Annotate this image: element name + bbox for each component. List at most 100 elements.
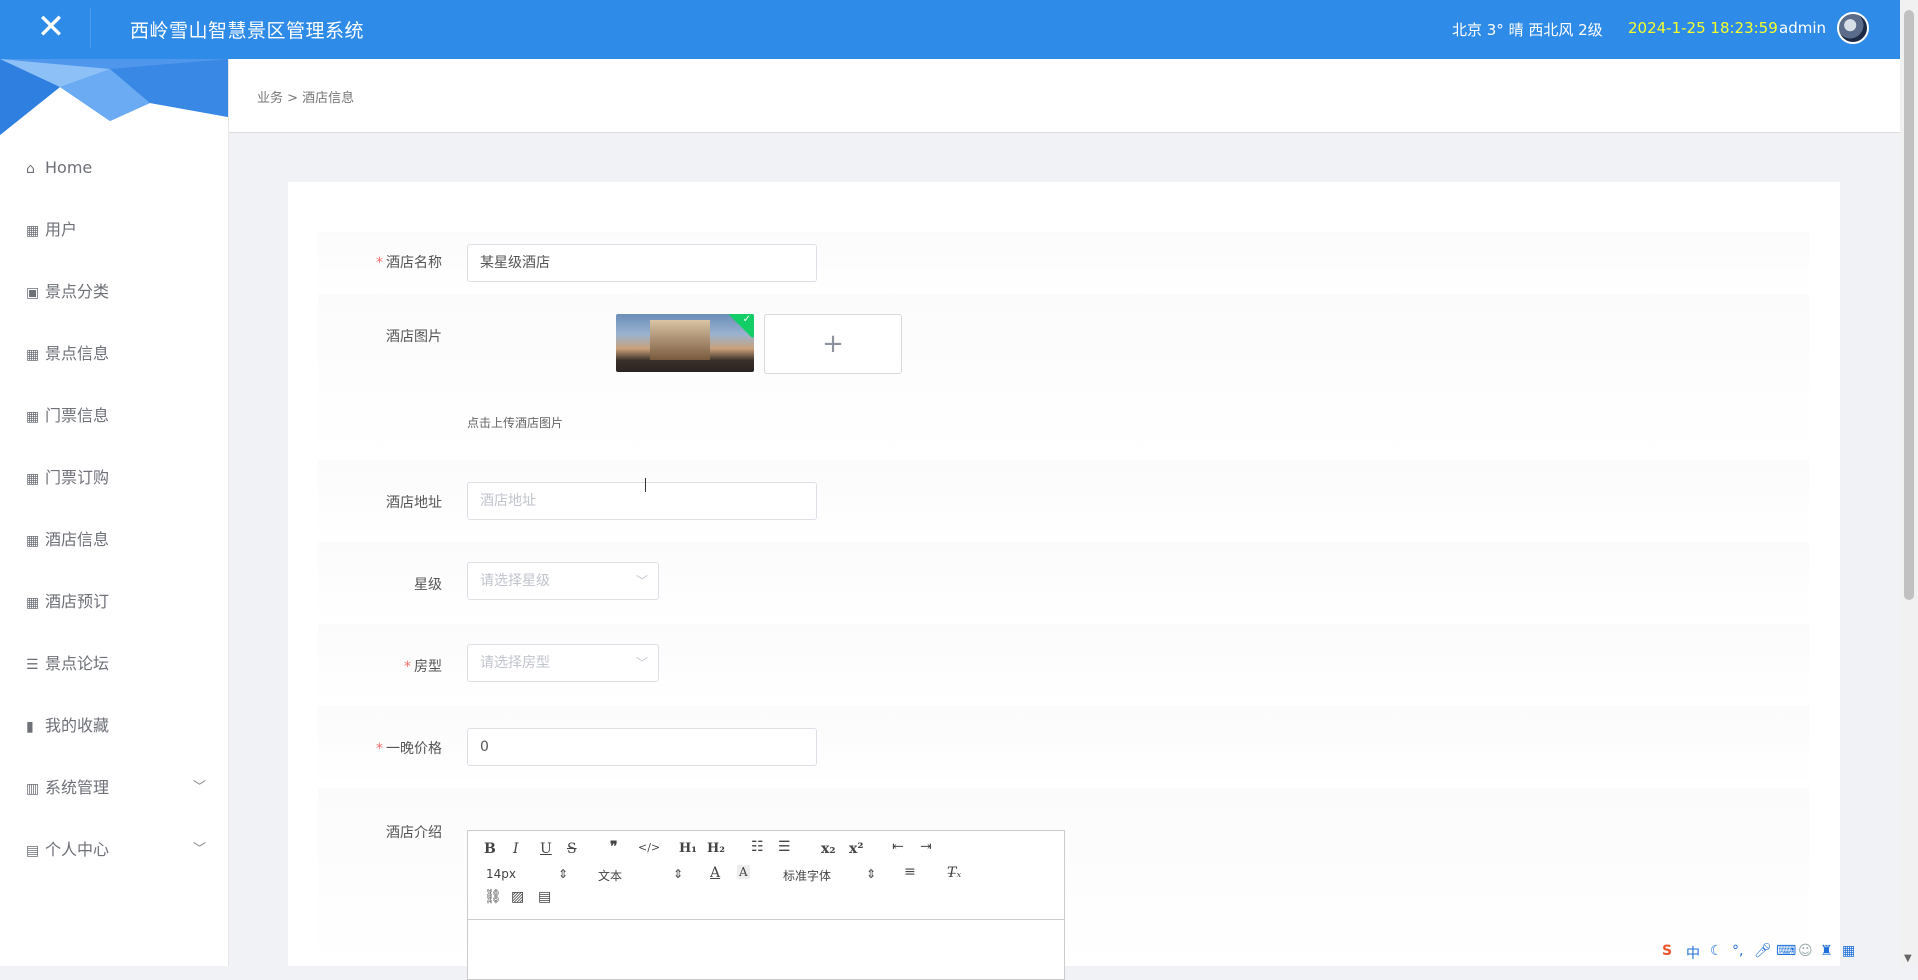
punctuation-icon[interactable]: °, — [1732, 943, 1743, 959]
sidebar-item-label: 景点论坛 — [45, 654, 110, 673]
price-input[interactable]: 0 — [467, 728, 817, 766]
code-block-icon[interactable]: </> — [638, 841, 660, 854]
sidebar-item-ticket-order[interactable]: ▦ 门票订购 — [0, 447, 228, 509]
superscript-icon[interactable]: x² — [849, 841, 863, 857]
header-select[interactable]: 文本 — [598, 867, 622, 884]
system-tray: S 中 ☾ °, 🎤︎ ⌨ ☺ ♜ ▦ — [1662, 940, 1900, 966]
sidebar-item-personal-center[interactable]: ▤ 个人中心 ﹀ — [0, 819, 228, 881]
hotel-name-label: * 酒店名称 — [376, 255, 442, 271]
list-icon: ☰ — [26, 657, 39, 673]
close-icon[interactable]: ✕ — [34, 8, 68, 46]
check-icon: ✓ — [742, 314, 751, 325]
hotel-address-input[interactable]: 酒店地址 — [467, 482, 817, 520]
sidebar-item-hotel-booking[interactable]: ▦ 酒店预订 — [0, 571, 228, 633]
bullet-list-icon[interactable]: ☰ — [778, 839, 791, 855]
top-header-bar: ✕ 西岭雪山智慧景区管理系统 北京 3° 晴 西北风 2级 2024-1-25 … — [0, 0, 1900, 59]
sidebar-item-system-admin[interactable]: ▥ 系统管理 ﹀ — [0, 757, 228, 819]
sidebar-item-label: 个人中心 — [45, 840, 110, 859]
font-size-toggle-icon[interactable]: ⇕ — [558, 867, 568, 881]
user-icon[interactable]: ☺ — [1798, 943, 1813, 959]
sidebar-menu: ⌂ Home ▦ 用户 ▣ 景点分类 ▦ 景点信息 ▦ 门票信息 ▦ 门票订购 ▦ 酒店信息 … — [0, 137, 228, 881]
sidebar-item-home[interactable]: ⌂ Home — [0, 137, 228, 199]
font-size-select[interactable]: 14px — [486, 867, 516, 881]
calendar-icon: ▤ — [26, 843, 40, 859]
username-label[interactable]: admin — [1779, 19, 1826, 37]
font-family-toggle-icon[interactable]: ⇕ — [866, 867, 876, 881]
editor-toolbar: B I U S ❞ </> H₁ H₂ ☷ ☰ x₂ x² ⇤ ⇥ 14px ⇕… — [468, 831, 1064, 920]
clear-format-icon[interactable]: T̶ₓ — [947, 865, 961, 881]
strikethrough-icon[interactable]: S — [567, 841, 577, 857]
home-icon: ⌂ — [26, 161, 35, 177]
price-label: * 一晚价格 — [376, 741, 442, 757]
form-row-star: 星级 请选择星级 ﹀ — [318, 542, 1809, 625]
intro-label: 酒店介绍 — [386, 825, 442, 841]
hotel-image-label: 酒店图片 — [386, 329, 442, 345]
rich-text-editor: B I U S ❞ </> H₁ H₂ ☷ ☰ x₂ x² ⇤ ⇥ 14px ⇕… — [467, 830, 1065, 980]
shirt-icon[interactable]: ♜ — [1820, 943, 1833, 959]
subscript-icon[interactable]: x₂ — [821, 841, 835, 857]
sidebar: ⌂ Home ▦ 用户 ▣ 景点分类 ▦ 景点信息 ▦ 门票信息 ▦ 门票订购 ▦ 酒店信息 … — [0, 59, 229, 966]
text-cursor — [645, 478, 654, 492]
scrollbar-thumb[interactable] — [1904, 10, 1914, 600]
chevron-down-icon: ﹀ — [635, 656, 648, 670]
sidebar-banner — [0, 59, 228, 135]
ordered-list-icon[interactable]: ☷ — [751, 839, 764, 855]
italic-icon[interactable]: I — [513, 841, 519, 857]
sidebar-item-label: 我的收藏 — [45, 716, 110, 735]
avatar[interactable] — [1837, 12, 1869, 44]
uploaded-hotel-image[interactable]: ✓ — [616, 314, 754, 372]
scroll-down-icon[interactable]: ▼ — [1904, 953, 1912, 964]
sidebar-item-scenic-category[interactable]: ▣ 景点分类 — [0, 261, 228, 323]
sidebar-item-label: 景点信息 — [45, 344, 110, 363]
grid-icon: ▦ — [26, 223, 40, 239]
text-color-icon[interactable]: A — [710, 865, 720, 881]
background-color-icon[interactable]: A — [737, 865, 750, 879]
app-title: 西岭雪山智慧景区管理系统 — [130, 20, 365, 42]
room-type-select[interactable]: 请选择房型 ﹀ — [467, 644, 659, 682]
upload-tip: 点击上传酒店图片 — [467, 416, 564, 430]
clipboard-icon: ▣ — [26, 285, 40, 301]
ime-mode-indicator[interactable]: 中 — [1686, 943, 1700, 963]
star-select[interactable]: 请选择星级 ﹀ — [467, 562, 659, 600]
form-row-hotel-address: 酒店地址 酒店地址 — [318, 460, 1809, 543]
sidebar-item-favorites[interactable]: ▮ 我的收藏 — [0, 695, 228, 757]
indent-icon[interactable]: ⇥ — [920, 839, 932, 855]
grid-icon: ▦ — [26, 471, 40, 487]
bold-icon[interactable]: B — [484, 841, 496, 857]
hotel-name-input[interactable]: 某星级酒店 — [467, 244, 817, 282]
ime-logo-icon[interactable]: S — [1662, 943, 1672, 959]
align-left-icon[interactable]: ≡ — [904, 864, 916, 880]
sidebar-item-scenic-info[interactable]: ▦ 景点信息 — [0, 323, 228, 385]
image-upload-button[interactable]: + — [764, 314, 902, 374]
underline-icon[interactable]: U — [540, 841, 552, 857]
room-type-label: * 房型 — [404, 659, 442, 675]
grid-icon: ▦ — [26, 409, 40, 425]
microphone-icon[interactable]: 🎤︎ — [1754, 943, 1772, 959]
video-icon[interactable]: ▤ — [538, 889, 551, 905]
sidebar-item-users[interactable]: ▦ 用户 — [0, 199, 228, 261]
blockquote-icon[interactable]: ❞ — [610, 839, 618, 855]
sidebar-item-label: 酒店信息 — [45, 530, 110, 549]
chevron-down-icon: ﹀ — [192, 780, 206, 795]
apps-grid-icon[interactable]: ▦ — [1842, 943, 1855, 959]
form-row-room-type: * 房型 请选择房型 ﹀ — [318, 624, 1809, 707]
image-icon[interactable]: ▨ — [511, 889, 524, 905]
grid-icon: ▦ — [26, 595, 40, 611]
link-icon[interactable]: ⛓ — [484, 889, 502, 905]
sidebar-item-ticket-info[interactable]: ▦ 门票信息 — [0, 385, 228, 447]
vertical-scrollbar[interactable]: ▼ — [1900, 0, 1918, 966]
heading-1-icon[interactable]: H₁ — [679, 841, 697, 856]
heading-2-icon[interactable]: H₂ — [707, 841, 725, 856]
weather-info: 北京 3° 晴 西北风 2级 — [1452, 21, 1603, 39]
sidebar-item-label: 用户 — [45, 220, 78, 239]
sidebar-item-hotel-info[interactable]: ▦ 酒店信息 — [0, 509, 228, 571]
form-row-intro: 酒店介绍 B I U S ❞ </> H₁ H₂ ☷ ☰ x₂ x² ⇤ ⇥ 1… — [318, 788, 1809, 980]
outdent-icon[interactable]: ⇤ — [892, 839, 904, 855]
bar-chart-icon: ▮ — [26, 719, 34, 735]
star-label: 星级 — [414, 577, 442, 593]
header-toggle-icon[interactable]: ⇕ — [673, 867, 683, 881]
font-family-select[interactable]: 标准字体 — [783, 867, 831, 884]
moon-icon[interactable]: ☾ — [1710, 943, 1723, 959]
sidebar-item-forum[interactable]: ☰ 景点论坛 — [0, 633, 228, 695]
keyboard-icon[interactable]: ⌨ — [1776, 943, 1796, 959]
